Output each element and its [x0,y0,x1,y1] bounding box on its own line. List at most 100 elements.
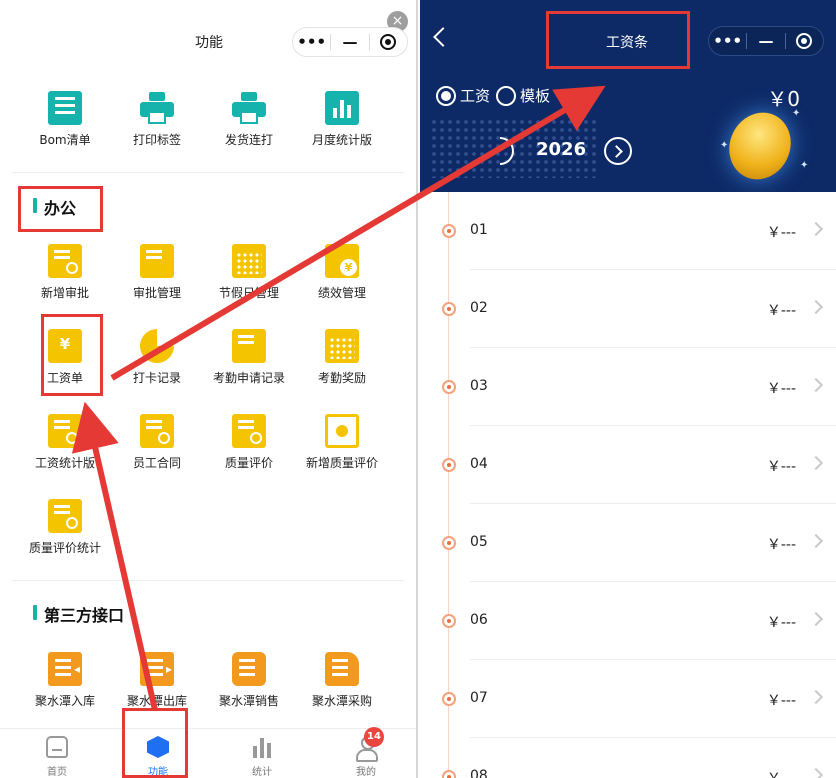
timeline-dot-icon [442,380,456,394]
sales-box-icon [232,652,266,686]
timeline-dot-icon [442,536,456,550]
chevron-right-icon [808,611,824,627]
grid-item-clock-records[interactable]: 打卡记录 [112,329,202,386]
timeline-dot-icon [442,770,456,778]
month-label: 03 [470,378,488,394]
divider [12,580,404,581]
reward-calendar-icon [325,329,359,363]
month-row[interactable]: 02 ￥--- [420,270,836,348]
next-year-icon[interactable] [604,137,632,165]
contract-doc-icon [140,414,174,448]
screenshot-root: × 功能 ••• — Bom清单 打印标签 发货连打 月度统计版 办公 新增审批… [0,0,836,778]
highlight-box-payslip-title [546,11,690,69]
printer-icon [232,91,266,125]
grid-item-salary-stats[interactable]: 工资统计版 [20,414,110,471]
mini-program-capsule: ••• — [708,26,824,56]
back-arrow-icon[interactable] [433,27,453,47]
sparkle-icon: ✦ [800,160,809,171]
exit-button[interactable] [370,28,407,56]
grid-item-jst-outbound[interactable]: ▸ 聚水潭出库 [112,652,202,709]
tab-stats[interactable]: 统计 [227,736,297,778]
chevron-right-icon [808,377,824,393]
grid-item-attendance-requests[interactable]: 考勤申请记录 [204,329,294,386]
month-amount: ￥--- [766,303,796,319]
month-label: 01 [470,222,488,238]
target-icon [380,34,397,50]
quality-stats-doc-icon [48,499,82,533]
grid-item-label: 新增质量评价 [305,456,378,470]
month-label: 07 [470,690,488,706]
grid-item-print-label[interactable]: 打印标签 [112,91,202,148]
grid-item-new-approval[interactable]: 新增审批 [20,244,110,301]
month-label: 08 [470,768,488,778]
month-row[interactable]: 05 ￥--- [420,504,836,582]
month-row[interactable]: 01 ￥--- [420,192,836,270]
grid-item-jst-purchase[interactable]: 聚水潭采购 [297,652,387,709]
truck-icon [325,652,359,686]
minimize-button[interactable]: — [331,28,368,56]
grid-item-label: 打印标签 [132,133,181,147]
grid-item-quality-stats[interactable]: 质量评价统计 [20,499,110,556]
month-amount: ￥--- [766,459,796,475]
tab-home[interactable]: 首页 [22,736,92,778]
month-row[interactable]: 08 ￥--- [420,738,836,778]
sparkle-icon: ✦ [792,108,801,119]
month-amount: ￥--- [766,225,796,241]
bottom-tabbar: 首页 功能 统计 我的 [0,728,416,778]
grid-item-label: Bom清单 [39,133,91,147]
tab-label: 首页 [47,767,67,778]
year-label: 2026 [536,139,587,160]
grid-item-label: 考勤奖励 [317,371,366,385]
pie-chart-icon [140,329,174,363]
grid-item-performance[interactable]: 绩效管理 [297,244,387,301]
section-title-third-party: 第三方接口 [33,602,124,626]
grid-item-label: 审批管理 [132,286,181,300]
scan-icon [325,414,359,448]
highlight-box-payslip [41,314,103,396]
chevron-right-icon [808,689,824,705]
month-row[interactable]: 03 ￥--- [420,348,836,426]
grid-item-bom[interactable]: Bom清单 [20,91,110,148]
grid-item-attendance-reward[interactable]: 考勤奖励 [297,329,387,386]
radio-salary[interactable]: 工资 [436,85,490,106]
grid-item-jst-inbound[interactable]: ◂ 聚水潭入库 [20,652,110,709]
grid-item-label: 发货连打 [224,133,273,147]
radio-label: 模板 [520,87,551,105]
grid-item-label: 质量评价统计 [28,541,101,555]
radio-unselected-icon [496,85,516,106]
chevron-right-icon [808,455,824,471]
exit-button[interactable] [786,27,823,55]
month-amount: ￥--- [767,768,796,778]
month-amount: ￥--- [766,381,796,397]
month-row[interactable]: 07 ￥--- [420,660,836,738]
grid-item-new-quality-evaluation[interactable]: 新增质量评价 [297,414,387,471]
more-options-button[interactable]: ••• [293,28,330,56]
grid-item-approval-manage[interactable]: 审批管理 [112,244,202,301]
grid-item-holiday-manage[interactable]: 节假日管理 [204,244,294,301]
approval-edit-icon [140,244,174,278]
grid-item-quality-evaluation[interactable]: 质量评价 [204,414,294,471]
grid-item-label: 质量评价 [224,456,273,470]
grid-item-monthly-stats[interactable]: 月度统计版 [297,91,387,148]
grid-item-label: 聚水潭入库 [34,694,95,708]
sparkle-icon: ✦ [720,140,729,151]
target-icon [796,33,813,49]
tab-label: 我的 [356,767,376,778]
month-label: 02 [470,300,488,316]
more-options-button[interactable]: ••• [709,27,746,55]
month-row[interactable]: 04 ￥--- [420,426,836,504]
timeline-dot-icon [442,692,456,706]
month-label: 04 [470,456,488,472]
month-row[interactable]: 06 ￥--- [420,582,836,660]
grid-item-label: 打卡记录 [132,371,181,385]
grid-item-ship-print[interactable]: 发货连打 [204,91,294,148]
grid-item-jst-sales[interactable]: 聚水潭销售 [204,652,294,709]
coin-doc-icon [325,244,359,278]
calendar-icon [232,244,266,278]
notification-badge: 14 [364,727,384,747]
salary-doc-icon [48,414,82,448]
minimize-button[interactable]: — [747,27,784,55]
grid-item-employee-contract[interactable]: 员工合同 [112,414,202,471]
grid-item-label: 聚水潭采购 [311,694,372,708]
radio-template[interactable]: 模板 [496,85,550,106]
